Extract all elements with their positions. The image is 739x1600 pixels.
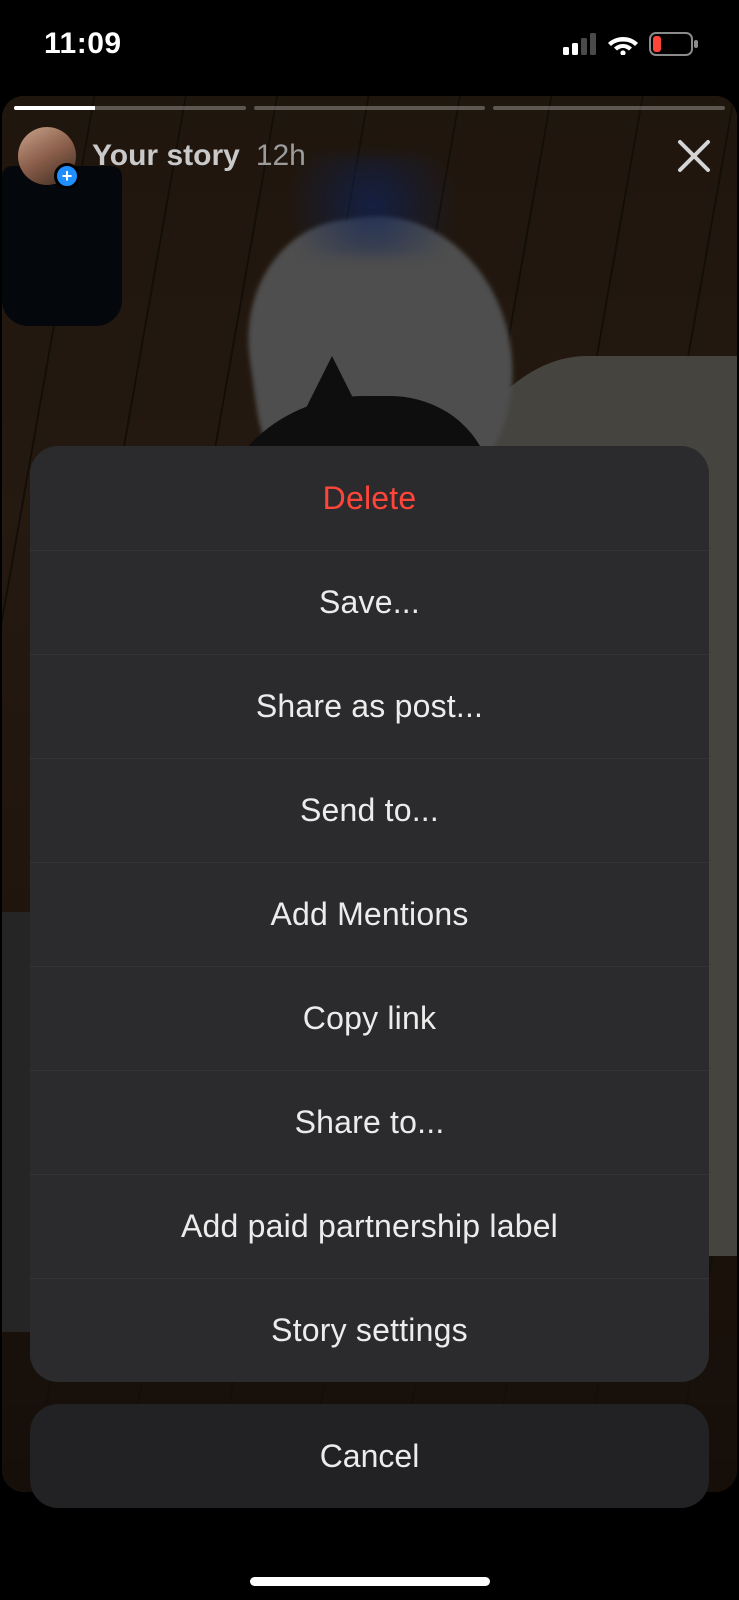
action-sheet-cancel: Cancel bbox=[30, 1404, 709, 1508]
cellular-icon bbox=[563, 33, 597, 55]
close-icon bbox=[674, 136, 714, 176]
option-share-to[interactable]: Share to... bbox=[30, 1070, 709, 1174]
option-save[interactable]: Save... bbox=[30, 550, 709, 654]
story-progress-segment bbox=[493, 106, 725, 110]
status-bar: 11:09 bbox=[0, 0, 739, 88]
home-indicator[interactable] bbox=[250, 1577, 490, 1586]
story-progress bbox=[14, 106, 725, 112]
option-share-as-post[interactable]: Share as post... bbox=[30, 654, 709, 758]
status-icons bbox=[563, 32, 699, 56]
story-age-label: 12h bbox=[256, 139, 306, 173]
option-copy-link[interactable]: Copy link bbox=[30, 966, 709, 1070]
add-story-badge-icon: + bbox=[54, 163, 80, 189]
story-header: + Your story 12h bbox=[18, 124, 721, 188]
option-delete[interactable]: Delete bbox=[30, 446, 709, 550]
story-owner-label[interactable]: Your story bbox=[92, 139, 240, 173]
cancel-button[interactable]: Cancel bbox=[30, 1404, 709, 1508]
story-progress-segment bbox=[254, 106, 486, 110]
avatar[interactable]: + bbox=[18, 127, 76, 185]
wifi-icon bbox=[607, 33, 639, 55]
status-time: 11:09 bbox=[44, 27, 122, 61]
action-sheet: Delete Save... Share as post... Send to.… bbox=[30, 446, 709, 1508]
battery-low-icon bbox=[649, 32, 699, 56]
close-button[interactable] bbox=[667, 129, 721, 183]
option-send-to[interactable]: Send to... bbox=[30, 758, 709, 862]
option-add-paid-partnership[interactable]: Add paid partnership label bbox=[30, 1174, 709, 1278]
option-story-settings[interactable]: Story settings bbox=[30, 1278, 709, 1382]
action-sheet-options: Delete Save... Share as post... Send to.… bbox=[30, 446, 709, 1382]
option-add-mentions[interactable]: Add Mentions bbox=[30, 862, 709, 966]
story-progress-segment bbox=[14, 106, 246, 110]
